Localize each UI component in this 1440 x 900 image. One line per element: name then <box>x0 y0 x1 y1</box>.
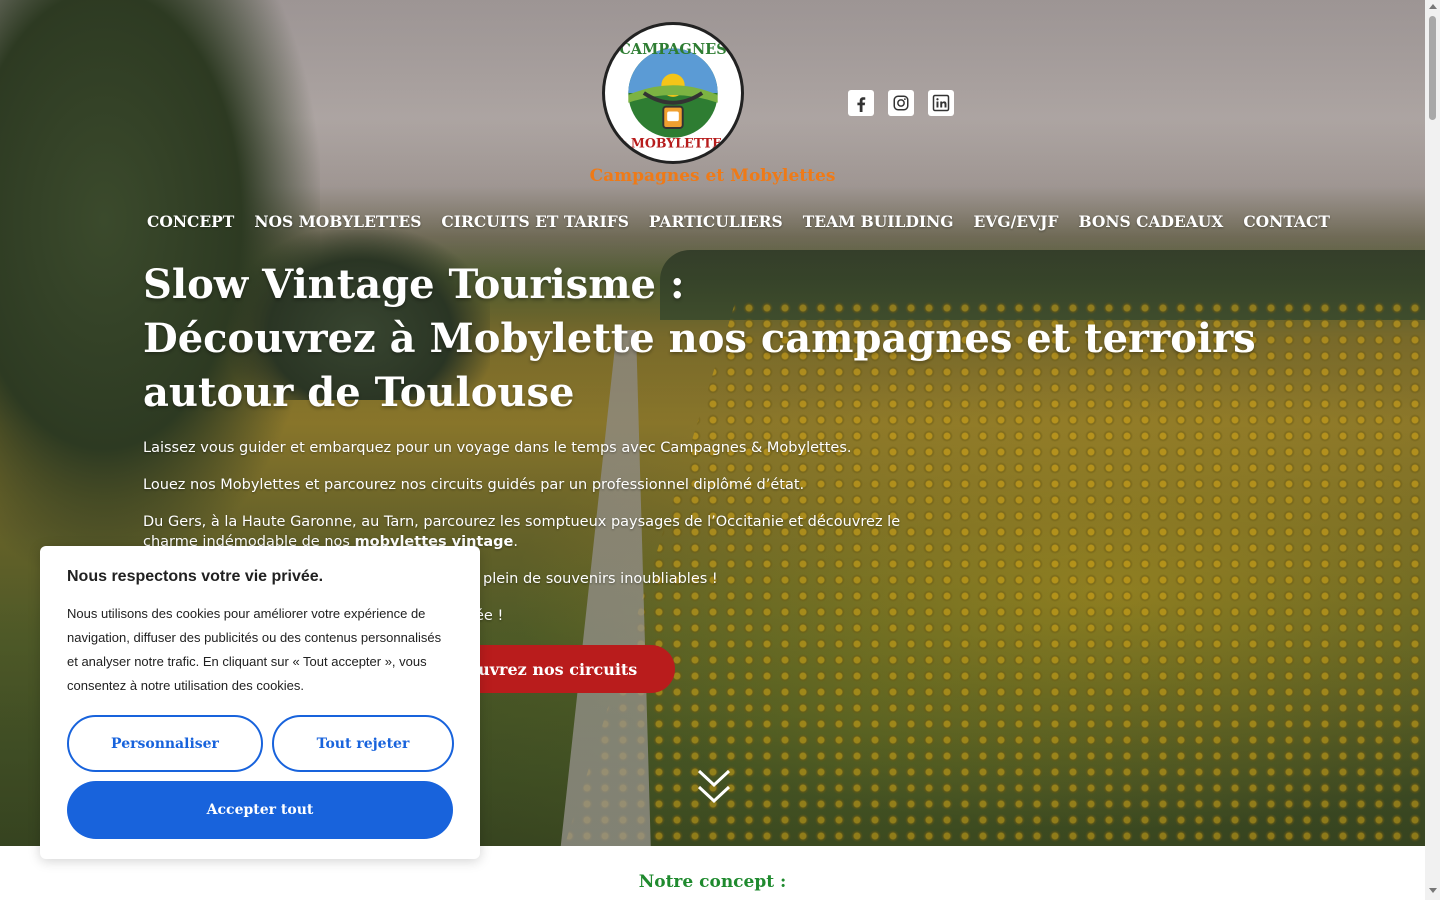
reject-all-cookies-button[interactable]: Tout rejeter <box>272 715 454 772</box>
scrollbar-thumb[interactable] <box>1429 16 1436 120</box>
brand-name: Campagnes et Mobylettes <box>589 166 836 186</box>
instagram-link[interactable] <box>888 90 914 116</box>
nav-item-contact[interactable]: CONTACT <box>1243 212 1330 231</box>
main-navigation: CONCEPT NOS MOBYLETTES CIRCUITS ET TARIF… <box>147 212 1330 231</box>
linkedin-link[interactable] <box>928 90 954 116</box>
cookie-secondary-buttons: Personnaliser Tout rejeter <box>67 715 454 772</box>
scroll-up-arrow-icon[interactable] <box>1429 4 1437 9</box>
nav-item-bons-cadeaux[interactable]: BONS CADEAUX <box>1078 212 1223 231</box>
nav-item-evg-evjf[interactable]: EVG/EVJF <box>974 212 1059 231</box>
cookie-consent-banner: Nous respectons votre vie privée. Nous u… <box>40 546 480 859</box>
nav-item-nos-mobylettes[interactable]: NOS MOBYLETTES <box>254 212 421 231</box>
nav-item-concept[interactable]: CONCEPT <box>147 212 234 231</box>
facebook-link[interactable] <box>848 90 874 116</box>
concept-section-title: Notre concept : <box>638 872 787 892</box>
nav-item-team-building[interactable]: TEAM BUILDING <box>803 212 954 231</box>
hero-headline: Slow Vintage Tourisme : Découvrez à Moby… <box>143 258 1293 420</box>
cookie-body: Nous utilisons des cookies pour améliore… <box>67 606 442 693</box>
site-logo[interactable]: CAMPAGNES & MOBYLETTES <box>602 22 744 164</box>
logo-emblem-icon: CAMPAGNES & MOBYLETTES <box>606 26 740 160</box>
facebook-icon <box>852 94 870 112</box>
intro-paragraph-3-text: Du Gers, à la Haute Garonne, au Tarn, pa… <box>143 514 901 550</box>
logo-bottom-text: & MOBYLETTES <box>615 135 731 150</box>
cookie-title: Nous respectons votre vie privée. <box>67 568 324 585</box>
headline-line-2: Découvrez à Mobylette nos campagnes et t… <box>143 315 1256 416</box>
customize-cookies-button[interactable]: Personnaliser <box>67 715 263 772</box>
scroll-down-arrow-icon[interactable] <box>1429 888 1437 893</box>
social-links <box>848 90 954 116</box>
nav-item-particuliers[interactable]: PARTICULIERS <box>649 212 783 231</box>
nav-item-circuits-et-tarifs[interactable]: CIRCUITS ET TARIFS <box>441 212 628 231</box>
intro-paragraph-3-end: . <box>513 534 518 550</box>
headline-line-1: Slow Vintage Tourisme : <box>143 261 685 308</box>
intro-paragraph-2: Louez nos Mobylettes et parcourez nos ci… <box>143 477 805 493</box>
linkedin-icon <box>932 94 950 112</box>
scroll-down-chevron-icon[interactable] <box>696 768 732 806</box>
intro-paragraph-1: Laissez vous guider et embarquez pour un… <box>143 440 852 456</box>
page-scrollbar[interactable] <box>1425 0 1440 900</box>
instagram-icon <box>893 95 909 111</box>
logo-top-text: CAMPAGNES <box>619 41 727 58</box>
accept-all-cookies-button[interactable]: Accepter tout <box>67 781 453 839</box>
